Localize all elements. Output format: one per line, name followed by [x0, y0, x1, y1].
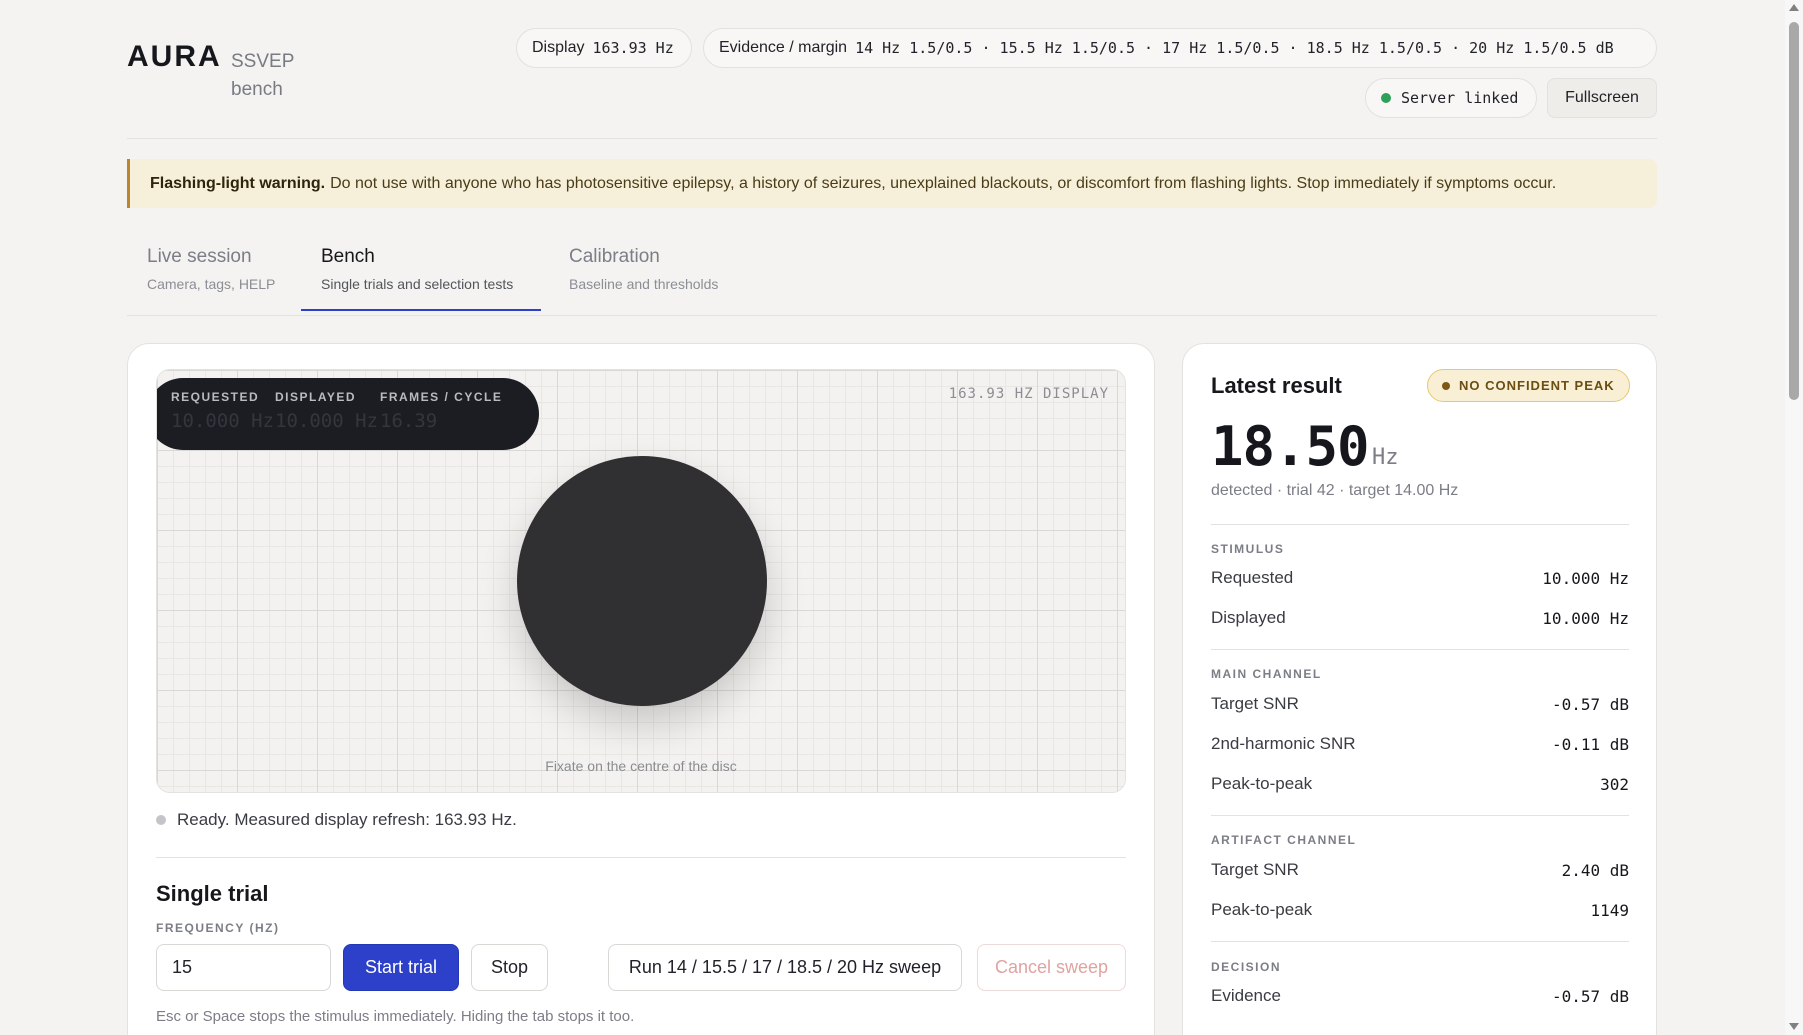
fullscreen-button[interactable]: Fullscreen [1547, 78, 1657, 118]
stop-button[interactable]: Stop [471, 944, 548, 991]
badge-text: NO CONFIDENT PEAK [1459, 378, 1615, 393]
row-value: 302 [1600, 774, 1629, 794]
stimulus-disc [517, 456, 767, 706]
result-row: Peak-to-peak 1149 [1211, 900, 1629, 920]
evidence-margin-pill: Evidence / margin 14 Hz 1.5/0.5 · 15.5 H… [703, 28, 1657, 68]
tab-bar: Live session Camera, tags, HELP Bench Si… [127, 236, 1657, 316]
tab-sublabel: Camera, tags, HELP [147, 276, 276, 292]
row-value: -0.57 dB [1551, 986, 1629, 1006]
main-channel-section-label: MAIN CHANNEL [1211, 667, 1322, 681]
tab-label: Calibration [569, 246, 660, 267]
readout-value: 10.000 Hz [275, 410, 378, 432]
result-row: Evidence -0.57 dB [1211, 986, 1629, 1006]
display-value: 163.93 Hz [592, 39, 674, 57]
detected-frequency-unit: Hz [1372, 445, 1399, 470]
tab-live-session[interactable]: Live session Camera, tags, HELP [127, 236, 301, 311]
frequency-label: FREQUENCY (HZ) [156, 921, 280, 935]
decision-section-label: DECISION [1211, 960, 1282, 974]
readout-frames-per-cycle: FRAMES / CYCLE 16.39 [380, 390, 502, 432]
frequency-input[interactable] [156, 944, 331, 991]
tab-calibration[interactable]: Calibration Baseline and thresholds [549, 236, 749, 311]
row-value: 10.000 Hz [1542, 568, 1629, 588]
brand-subtitle: SSVEP bench [231, 51, 295, 100]
warning-title: Flashing-light warning. [150, 174, 326, 192]
result-row: Peak-to-peak 302 [1211, 774, 1629, 794]
row-value: -0.57 dB [1551, 694, 1629, 714]
app-header: AURA SSVEP bench Display 163.93 Hz Evide… [127, 28, 1657, 138]
evidence-label: Evidence / margin [719, 39, 848, 56]
status-dot-icon [1381, 93, 1391, 103]
result-row: Target SNR -0.57 dB [1211, 694, 1629, 714]
section-divider [1211, 649, 1629, 650]
scrollbar-thumb[interactable] [1789, 22, 1799, 400]
result-row: Requested 10.000 Hz [1211, 568, 1629, 588]
detected-frequency-subtext: detected · trial 42 · target 14.00 Hz [1211, 482, 1459, 499]
tab-bench[interactable]: Bench Single trials and selection tests [301, 236, 541, 311]
latest-result-panel: Latest result NO CONFIDENT PEAK 18.50 Hz… [1182, 343, 1657, 1035]
row-key: Target SNR [1211, 694, 1299, 713]
row-key: Evidence [1211, 986, 1281, 1005]
row-value: 1149 [1590, 900, 1629, 920]
scroll-down-arrow-icon[interactable] [1789, 1023, 1799, 1030]
status-text: Ready. Measured display refresh: 163.93 … [177, 810, 517, 829]
stop-hint: Esc or Space stops the stimulus immediat… [156, 1008, 635, 1025]
run-sweep-button[interactable]: Run 14 / 15.5 / 17 / 18.5 / 20 Hz sweep [608, 944, 962, 991]
readout-label: REQUESTED [171, 390, 260, 404]
tab-sublabel: Baseline and thresholds [569, 276, 719, 292]
row-value: -0.11 dB [1551, 734, 1629, 754]
stimulus-section-label: STIMULUS [1211, 542, 1285, 556]
tab-label: Bench [321, 246, 375, 267]
bench-panel: REQUESTED 10.000 Hz DISPLAYED 10.000 Hz … [127, 343, 1155, 1035]
scroll-up-arrow-icon[interactable] [1789, 4, 1799, 11]
section-divider [1211, 524, 1629, 525]
detected-frequency-value: 18.50 [1211, 415, 1370, 478]
result-row: Target SNR 2.40 dB [1211, 860, 1629, 880]
single-trial-title: Single trial [156, 881, 269, 906]
badge-dot-icon [1442, 381, 1450, 390]
row-key: Peak-to-peak [1211, 774, 1313, 793]
brand-logo: AURA [127, 40, 222, 73]
start-trial-button[interactable]: Start trial [343, 944, 459, 991]
status-line: Ready. Measured display refresh: 163.93 … [156, 810, 517, 830]
page-scrollbar[interactable] [1785, 0, 1803, 1035]
status-badge: NO CONFIDENT PEAK [1427, 369, 1630, 402]
row-key: Peak-to-peak [1211, 900, 1313, 919]
warning-text: Do not use with anyone who has photosens… [330, 174, 1557, 192]
flashing-light-warning: Flashing-light warning. Do not use with … [127, 159, 1657, 208]
row-key: Target SNR [1211, 860, 1299, 879]
latest-result-title: Latest result [1211, 373, 1342, 398]
readout-value: 10.000 Hz [171, 410, 274, 432]
display-rate-tag: 163.93 HZ DISPLAY [948, 386, 1109, 402]
row-key: Displayed [1211, 608, 1286, 627]
result-row: Displayed 10.000 Hz [1211, 608, 1629, 628]
stimulus-stage: REQUESTED 10.000 Hz DISPLAYED 10.000 Hz … [156, 369, 1126, 793]
readout-value: 16.39 [380, 410, 438, 432]
readout-requested: REQUESTED 10.000 Hz [171, 390, 274, 432]
result-row: 2nd-harmonic SNR -0.11 dB [1211, 734, 1629, 754]
display-refresh-pill: Display 163.93 Hz [516, 28, 692, 68]
tab-label: Live session [147, 246, 252, 267]
section-divider [1211, 941, 1629, 942]
row-value: 10.000 Hz [1542, 608, 1629, 628]
row-key: Requested [1211, 568, 1294, 587]
row-value: 2.40 dB [1561, 860, 1629, 880]
server-status-text: Server linked [1401, 89, 1519, 107]
evidence-value: 14 Hz 1.5/0.5 · 15.5 Hz 1.5/0.5 · 17 Hz … [855, 39, 1614, 57]
tab-sublabel: Single trials and selection tests [321, 276, 514, 292]
display-label: Display [532, 39, 585, 56]
section-divider [156, 857, 1126, 858]
header-divider [127, 138, 1657, 139]
status-dot-icon [156, 815, 166, 825]
readout-displayed: DISPLAYED 10.000 Hz [275, 390, 378, 432]
frequency-readout: REQUESTED 10.000 Hz DISPLAYED 10.000 Hz … [157, 378, 539, 450]
cancel-sweep-button[interactable]: Cancel sweep [977, 944, 1126, 991]
fixation-hint: Fixate on the centre of the disc [545, 758, 737, 774]
readout-label: DISPLAYED [275, 390, 357, 404]
server-status-pill: Server linked [1365, 78, 1537, 118]
artifact-channel-section-label: ARTIFACT CHANNEL [1211, 833, 1357, 847]
section-divider [1211, 815, 1629, 816]
row-key: 2nd-harmonic SNR [1211, 734, 1356, 753]
readout-label: FRAMES / CYCLE [380, 390, 503, 404]
